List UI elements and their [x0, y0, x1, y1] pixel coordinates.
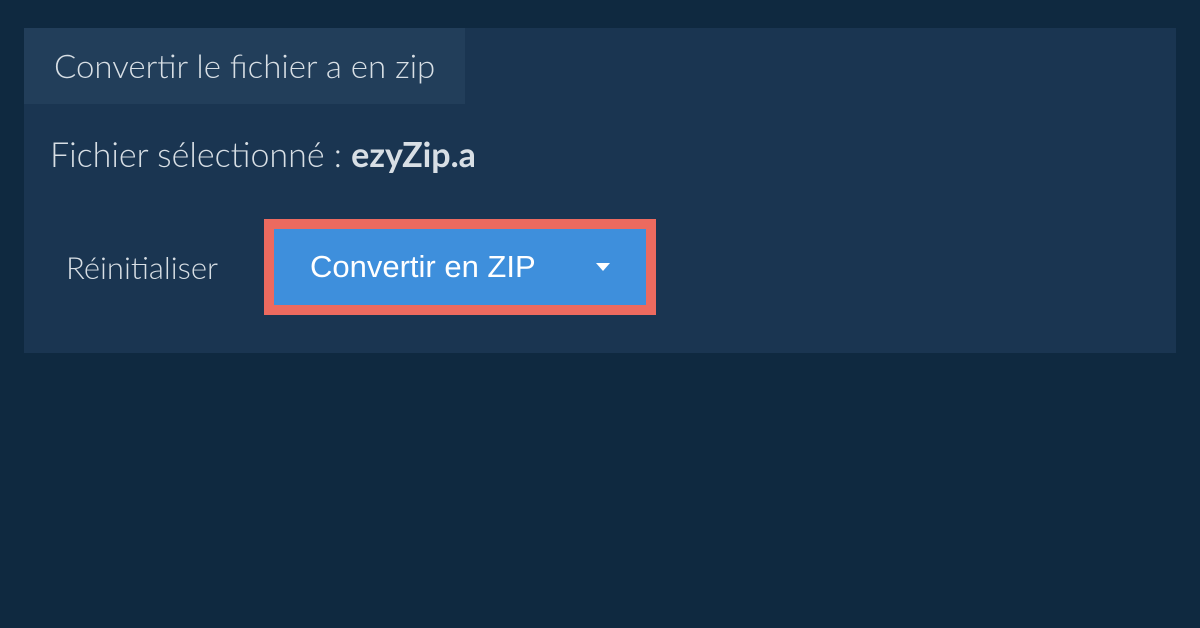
convert-button-label: Convertir en ZIP — [310, 249, 536, 285]
actions-row: Réinitialiser Convertir en ZIP — [24, 185, 1176, 315]
reset-button[interactable]: Réinitialiser — [66, 248, 218, 286]
selected-file-name: ezyZip.a — [351, 134, 476, 175]
caret-down-icon — [596, 263, 610, 271]
selected-file-row: Fichier sélectionné : ezyZip.a — [24, 104, 1176, 185]
selected-file-prefix: Fichier sélectionné : — [50, 134, 351, 175]
highlight-box: Convertir en ZIP — [264, 219, 656, 315]
convert-button[interactable]: Convertir en ZIP — [274, 229, 646, 305]
main-panel: Convertir le fichier a en zip Fichier sé… — [24, 28, 1176, 353]
tab-convert[interactable]: Convertir le fichier a en zip — [24, 28, 465, 104]
